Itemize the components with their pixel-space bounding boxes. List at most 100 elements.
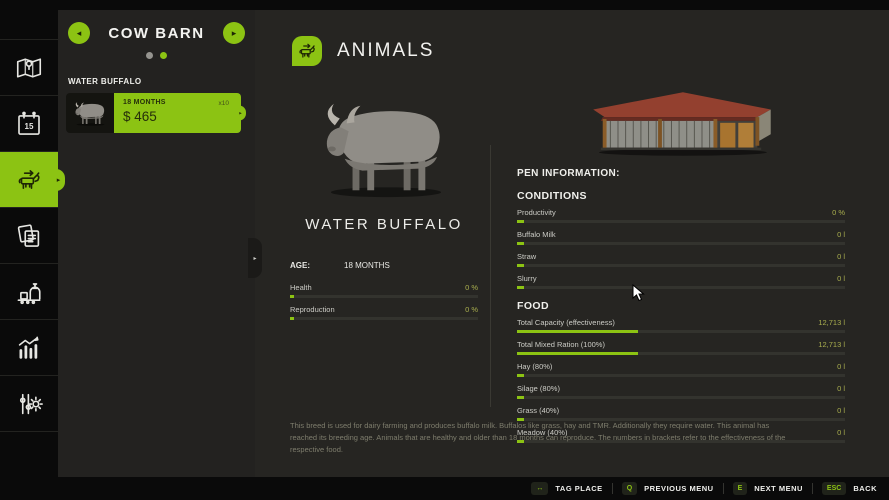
pager-dot-0[interactable] [146,52,153,59]
stat-label: Slurry [517,274,537,283]
stat-progress-fill [517,220,524,223]
pen-pager: ◂ COW BARN ▸ [58,10,255,44]
stat-row-grass-40: Grass (40%)0 l [517,406,845,421]
conditions-rows: Productivity0 %Buffalo Milk0 lStraw0 lSl… [517,208,845,289]
animal-group-label: WATER BUFFALO [68,77,255,86]
sidebar-item-animals[interactable] [0,152,58,208]
pen-title: COW BARN [108,25,204,42]
key-badge: Q [622,482,637,495]
stat-row-health: Health 0 % [290,283,478,298]
stat-row-straw: Straw0 l [517,252,845,267]
keybind-bar: ↔ TAG PLACE Q PREVIOUS MENU E NEXT MENU ESC BAC… [0,477,889,500]
age-value: 18 MONTHS [344,261,390,270]
sidebar-item-settings[interactable] [0,376,58,432]
animal-thumbnail [66,93,114,133]
stat-label: Hay (80%) [517,362,552,371]
stat-progress-fill [517,352,638,355]
stat-progress-fill [517,286,524,289]
sidebar-item-map[interactable] [0,40,58,96]
stat-row-buffalo-milk: Buffalo Milk 0 l [517,230,845,245]
map-icon [14,53,44,83]
stat-label: Grass (40%) [517,406,559,415]
stat-label: Reproduction [290,305,335,314]
stat-progress-track [517,242,845,245]
animal-detail-column: WATER BUFFALO AGE: 18 MONTHS Health 0 % Re… [290,76,478,327]
sidebar-item-statistics[interactable] [0,320,58,376]
stat-row-total-mixed-ration-100: Total Mixed Ration (100%) 12,713 l [517,340,845,355]
production-icon [14,277,44,307]
buffalo-thumb-image [70,97,110,129]
keybind-separator [723,483,724,494]
stat-value: 0 l [837,252,845,261]
stat-value: 0 % [832,208,845,217]
calendar-icon [14,109,44,139]
stat-value: 0 % [465,283,478,292]
animal-card[interactable]: 18 MONTHS $ 465 x10 ▸ [66,93,241,133]
breed-description: This breed is used for dairy farming and… [290,420,798,456]
stat-label: Total Capacity (effectiveness) [517,318,615,327]
action-tag-place[interactable]: ↔ TAG PLACE [531,482,602,495]
animals-screen: ANIMALS WATER BUFFALO AGE: 18 MONTHS Hea… [255,10,889,477]
next-pen-button[interactable]: ▸ [223,22,245,44]
animal-card-count: x10 [219,100,229,107]
stat-label: Productivity [517,208,556,217]
key-badge: E [733,482,748,495]
stat-value: 0 l [837,362,845,371]
stat-progress-track [517,396,845,399]
screen-header: ANIMALS [292,36,434,66]
animal-card-body: 18 MONTHS $ 465 x10 [114,93,241,133]
animal-stats: Health 0 % Reproduction0 % [290,283,478,320]
column-divider [490,145,491,407]
stat-label: Buffalo Milk [517,230,556,239]
key-badge: ESC [822,482,846,495]
stat-value: 0 l [837,384,845,393]
sidebar-item-contracts[interactable] [0,208,58,264]
contracts-icon [14,221,44,251]
stat-progress-track [517,352,845,355]
stat-progress-fill [517,264,524,267]
stat-progress-fill [517,330,638,333]
animal-name: WATER BUFFALO [290,216,478,233]
cow-icon [296,40,318,62]
stat-label: Health [290,283,312,292]
screen-title: ANIMALS [337,40,434,62]
action-back[interactable]: ESC BACK [822,482,877,495]
age-label: AGE: [290,261,344,270]
conditions-title: CONDITIONS [517,190,845,202]
food-title: FOOD [517,300,845,312]
barn-figure [576,80,786,158]
stat-value: 12,713 l [818,340,845,349]
panel-collapse-handle[interactable]: ▸ [248,238,262,278]
stat-row-hay-80: Hay (80%) 0 l [517,362,845,377]
action-label: BACK [853,484,877,493]
pager-dot-1[interactable] [160,52,167,59]
stat-row-reproduction: Reproduction0 % [290,305,478,320]
stat-row-slurry: Slurry0 l [517,274,845,289]
sidebar-item-calendar[interactable]: 15 [0,96,58,152]
stat-value: 0 l [837,230,845,239]
action-label: NEXT MENU [754,484,803,493]
stat-progress-track [290,317,478,320]
key-badge: ↔ [531,482,548,495]
stat-row-silage-80: Silage (80%)0 l [517,384,845,399]
sidebar-item-production[interactable] [0,264,58,320]
animal-list-panel: ◂ COW BARN ▸ WATER BUFFALO 18 MONTHS $ 4… [58,10,255,477]
keybind-separator [812,483,813,494]
stat-progress-fill [517,396,524,399]
pager-dots [58,52,255,59]
stat-label: Total Mixed Ration (100%) [517,340,605,349]
buffalo-image [290,76,478,206]
barn-image [517,70,845,158]
stat-progress-fill [517,242,524,245]
stat-row-total-capacity-effectiveness: Total Capacity (effectiveness)12,713 l [517,318,845,333]
animals-header-icon [292,36,322,66]
stat-progress-track [290,295,478,298]
action-next-menu[interactable]: E NEXT MENU [733,482,803,495]
stat-progress-fill [290,295,294,298]
stat-progress-track [517,374,845,377]
prev-pen-button[interactable]: ◂ [68,22,90,44]
action-previous-menu[interactable]: Q PREVIOUS MENU [622,482,714,495]
action-label: TAG PLACE [555,484,602,493]
action-label: PREVIOUS MENU [644,484,713,493]
stat-progress-fill [517,374,524,377]
